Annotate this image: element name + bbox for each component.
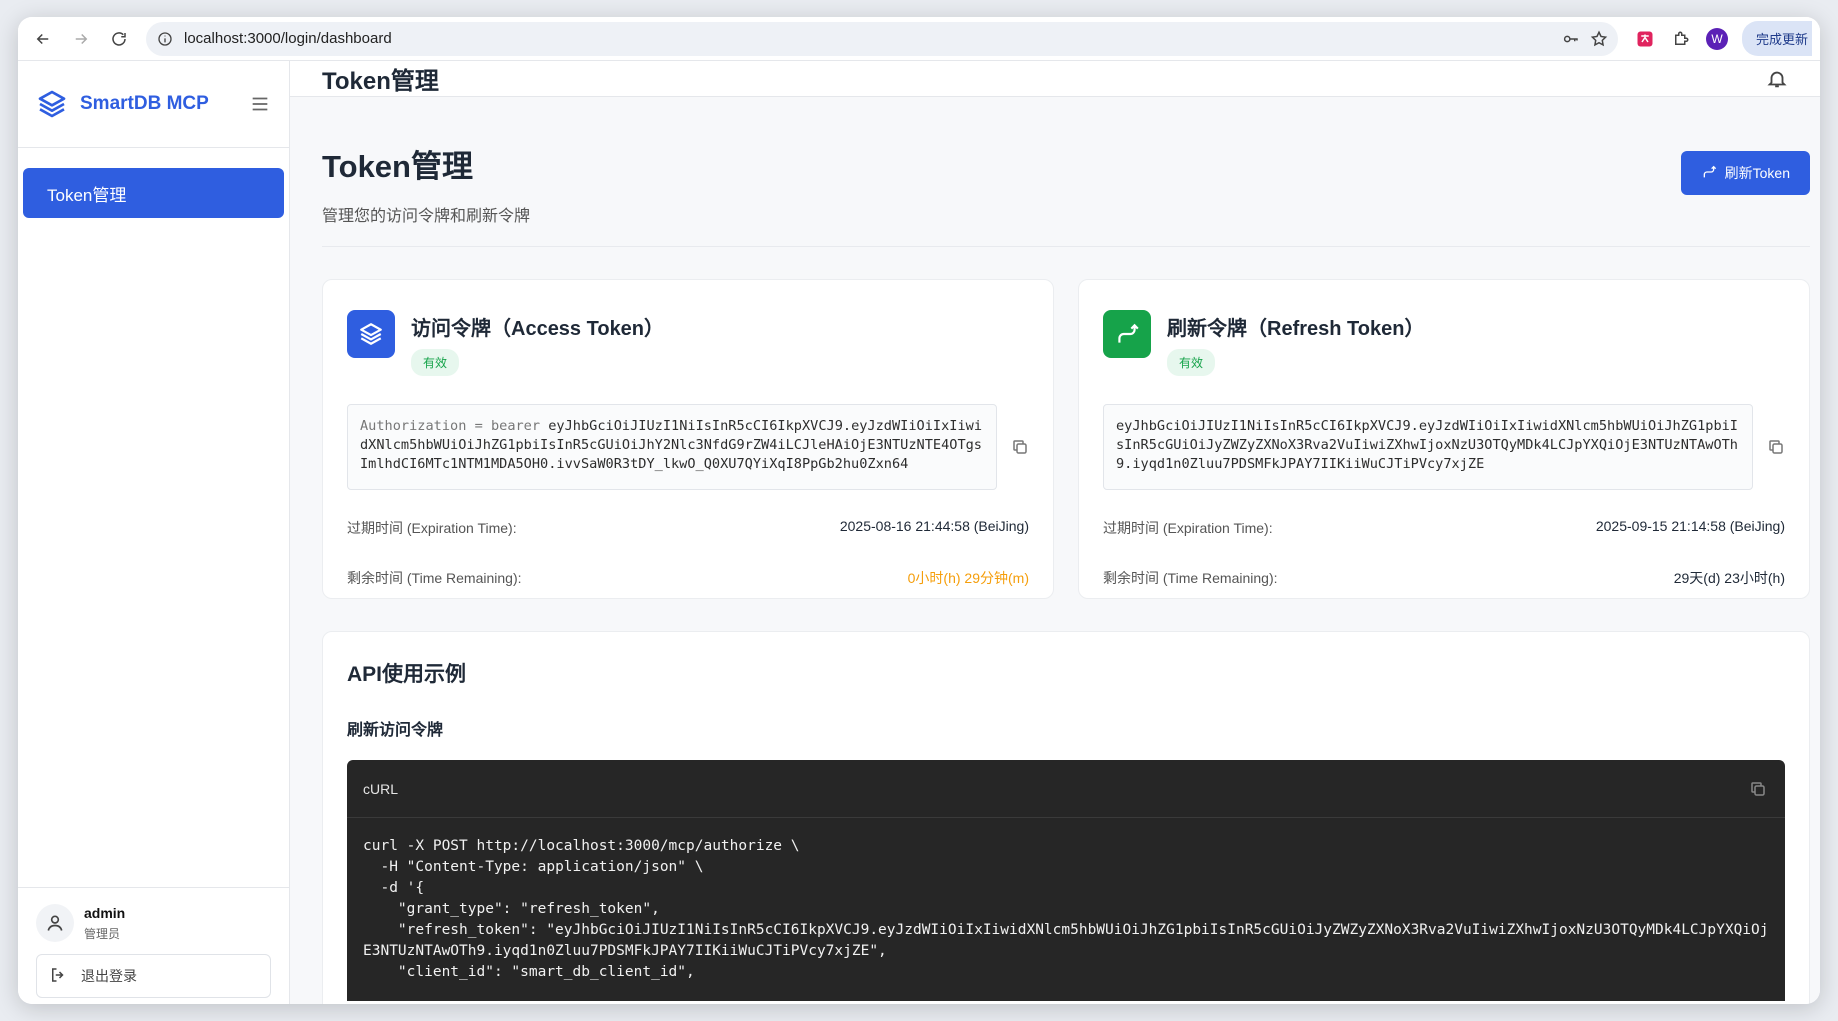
brand-name: SmartDB MCP: [80, 93, 209, 114]
api-title: API使用示例: [347, 663, 467, 686]
remaining-value: 0小时(h) 29分钟(m): [907, 570, 1029, 586]
code-language-label: cURL: [363, 780, 399, 797]
user-avatar-icon: [36, 904, 74, 942]
expiration-row: 过期时间 (Expiration Time): 2025-08-16 21:44…: [347, 518, 1029, 538]
password-key-icon[interactable]: [1562, 30, 1580, 48]
status-badge: 有效: [411, 349, 460, 376]
logout-icon: [49, 966, 67, 987]
code-header: cURL: [347, 760, 1785, 818]
refresh-token-card: 刷新令牌（Refresh Token） 有效 eyJhbGciOiJIUzI1N…: [1078, 279, 1810, 599]
expiration-value: 2025-08-16 21:44:58 (BeiJing): [839, 518, 1029, 534]
translate-extension-icon[interactable]: [1634, 28, 1656, 50]
remaining-row: 剩余时间 (Time Remaining): 0小时(h) 29分钟(m): [347, 568, 1029, 588]
topbar-title: Token管理: [322, 68, 439, 95]
code-block: cURL curl -X POST http://localhost:3000/…: [347, 760, 1785, 1001]
side-nav: Token管理: [18, 148, 289, 887]
remaining-label: 剩余时间 (Time Remaining):: [347, 570, 522, 586]
browser-update-button[interactable]: 完成更新: [1742, 21, 1812, 56]
sidebar-item-token-management[interactable]: Token管理: [23, 168, 284, 218]
copy-icon[interactable]: [1767, 438, 1785, 456]
profile-avatar[interactable]: W: [1706, 27, 1728, 50]
layers-logo-icon: [36, 88, 68, 120]
content: Token管理 管理您的访问令牌和刷新令牌 刷新Token 访问令牌（Acces…: [290, 97, 1820, 1004]
forward-icon[interactable]: [64, 22, 98, 56]
remaining-row: 剩余时间 (Time Remaining): 29天(d) 23小时(h): [1103, 568, 1785, 588]
brand: SmartDB MCP: [18, 61, 289, 148]
notification-bell-icon[interactable]: [1766, 68, 1788, 90]
back-icon[interactable]: [26, 22, 60, 56]
copy-icon[interactable]: [1749, 780, 1767, 798]
site-info-icon[interactable]: [156, 30, 174, 48]
browser-window: localhost:3000/login/dashboard W 完成更新 Sm…: [18, 17, 1820, 1004]
user-info: admin 管理员: [36, 904, 271, 942]
refresh-token-value[interactable]: eyJhbGciOiJIUzI1NiIsInR5cCI6IkpXVCJ9.eyJ…: [1103, 404, 1753, 490]
user-name: admin: [84, 904, 126, 921]
logout-label: 退出登录: [81, 968, 137, 984]
access-token-value[interactable]: Authorization = bearer eyJhbGciOiJIUzI1N…: [347, 404, 997, 490]
copy-icon[interactable]: [1011, 438, 1029, 456]
browser-toolbar: localhost:3000/login/dashboard W 完成更新: [18, 17, 1820, 61]
page-subtitle: 管理您的访问令牌和刷新令牌: [322, 208, 531, 225]
sidebar: SmartDB MCP Token管理 admin 管理员 退出登录: [18, 61, 290, 1004]
bookmark-star-icon[interactable]: [1590, 30, 1608, 48]
refresh-token-title: 刷新令牌（Refresh Token）: [1167, 318, 1425, 340]
remaining-label: 剩余时间 (Time Remaining):: [1103, 570, 1278, 586]
url-text[interactable]: localhost:3000/login/dashboard: [184, 30, 392, 47]
status-badge: 有效: [1167, 349, 1216, 376]
reload-icon[interactable]: [102, 22, 136, 56]
expiration-label: 过期时间 (Expiration Time):: [1103, 520, 1273, 536]
expiration-value: 2025-09-15 21:14:58 (BeiJing): [1595, 518, 1785, 534]
page-header: Token管理 管理您的访问令牌和刷新令牌 刷新Token: [322, 141, 1810, 247]
expiration-row: 过期时间 (Expiration Time): 2025-09-15 21:14…: [1103, 518, 1785, 538]
expiration-label: 过期时间 (Expiration Time):: [347, 520, 517, 536]
topbar: Token管理: [290, 61, 1820, 97]
refresh-route-icon: [1701, 164, 1717, 183]
address-bar[interactable]: localhost:3000/login/dashboard: [146, 21, 1618, 56]
sidebar-footer: admin 管理员 退出登录: [18, 887, 289, 1004]
access-token-layers-icon: [347, 310, 395, 358]
sidebar-item-label: Token管理: [47, 185, 127, 205]
extensions-puzzle-icon[interactable]: [1670, 28, 1692, 50]
logout-button[interactable]: 退出登录: [36, 954, 271, 998]
user-role: 管理员: [84, 926, 121, 941]
api-example-card: API使用示例 刷新访问令牌 cURL curl -X POST http://…: [322, 631, 1810, 1004]
token-prefix: Authorization = bearer: [360, 418, 549, 434]
remaining-value: 29天(d) 23小时(h): [1673, 570, 1785, 586]
hamburger-menu-icon[interactable]: [249, 93, 271, 115]
refresh-token-route-icon: [1103, 310, 1151, 358]
main-area: Token管理 Token管理 管理您的访问令牌和刷新令牌 刷新Token 访问…: [290, 61, 1820, 1004]
api-subtitle: 刷新访问令牌: [347, 722, 444, 739]
access-token-card: 访问令牌（Access Token） 有效 Authorization = be…: [322, 279, 1054, 599]
page-title: Token管理: [322, 149, 473, 184]
access-token-title: 访问令牌（Access Token）: [411, 318, 665, 340]
refresh-token-label: 刷新Token: [1724, 165, 1790, 181]
code-body[interactable]: curl -X POST http://localhost:3000/mcp/a…: [347, 818, 1785, 1001]
refresh-token-button[interactable]: 刷新Token: [1680, 151, 1810, 195]
